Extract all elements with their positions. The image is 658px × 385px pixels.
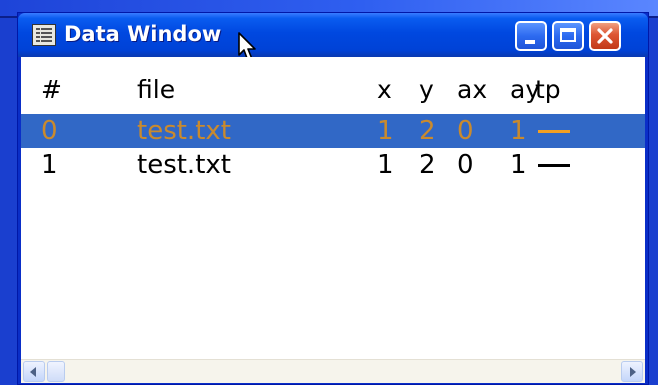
maximize-button[interactable] — [552, 21, 584, 51]
row-ay: 1 — [510, 150, 527, 180]
row-ay: 1 — [510, 116, 527, 146]
row-num: 0 — [41, 116, 58, 146]
header-num[interactable]: # — [41, 73, 62, 107]
header-file[interactable]: file — [137, 73, 175, 107]
row-y: 2 — [419, 150, 436, 180]
data-list: # file x y ax ay tp 0 test.txt 1 2 0 1 1… — [21, 57, 645, 383]
close-icon — [597, 28, 613, 44]
close-button[interactable] — [589, 21, 621, 51]
scroll-thumb[interactable] — [47, 361, 65, 382]
row-x: 1 — [377, 150, 394, 180]
row-tp — [535, 114, 593, 148]
header-ax[interactable]: ax — [457, 73, 487, 107]
table-row[interactable]: 1 test.txt 1 2 0 1 — [21, 148, 645, 182]
row-x: 1 — [377, 116, 394, 146]
window-title: Data Window — [64, 22, 222, 46]
row-ax: 0 — [457, 116, 474, 146]
header-x[interactable]: x — [377, 73, 392, 107]
minimize-button[interactable] — [515, 21, 547, 51]
line-style-swatch — [538, 130, 570, 133]
row-file: test.txt — [137, 150, 231, 180]
scroll-right-button[interactable] — [621, 361, 643, 382]
row-tp — [535, 148, 593, 182]
arrow-left-icon — [30, 367, 36, 377]
scroll-left-button[interactable] — [23, 361, 45, 382]
table-header-row: # file x y ax ay tp — [21, 73, 645, 107]
line-style-swatch — [538, 164, 570, 167]
horizontal-scrollbar[interactable] — [21, 359, 645, 383]
row-y: 2 — [419, 116, 436, 146]
maximize-icon — [560, 28, 576, 42]
title-bar[interactable]: Data Window — [18, 13, 648, 57]
minimize-icon — [525, 40, 535, 44]
table-row-selected[interactable]: 0 test.txt 1 2 0 1 — [21, 114, 645, 148]
header-tp[interactable]: tp — [535, 73, 593, 107]
arrow-right-icon — [630, 367, 636, 377]
row-ax: 0 — [457, 150, 474, 180]
data-window: Data Window # file x y ax ay tp 0 test.t… — [17, 12, 649, 385]
header-y[interactable]: y — [419, 73, 434, 107]
row-file: test.txt — [137, 116, 231, 146]
data-grid-icon — [32, 24, 56, 46]
row-num: 1 — [41, 150, 58, 180]
